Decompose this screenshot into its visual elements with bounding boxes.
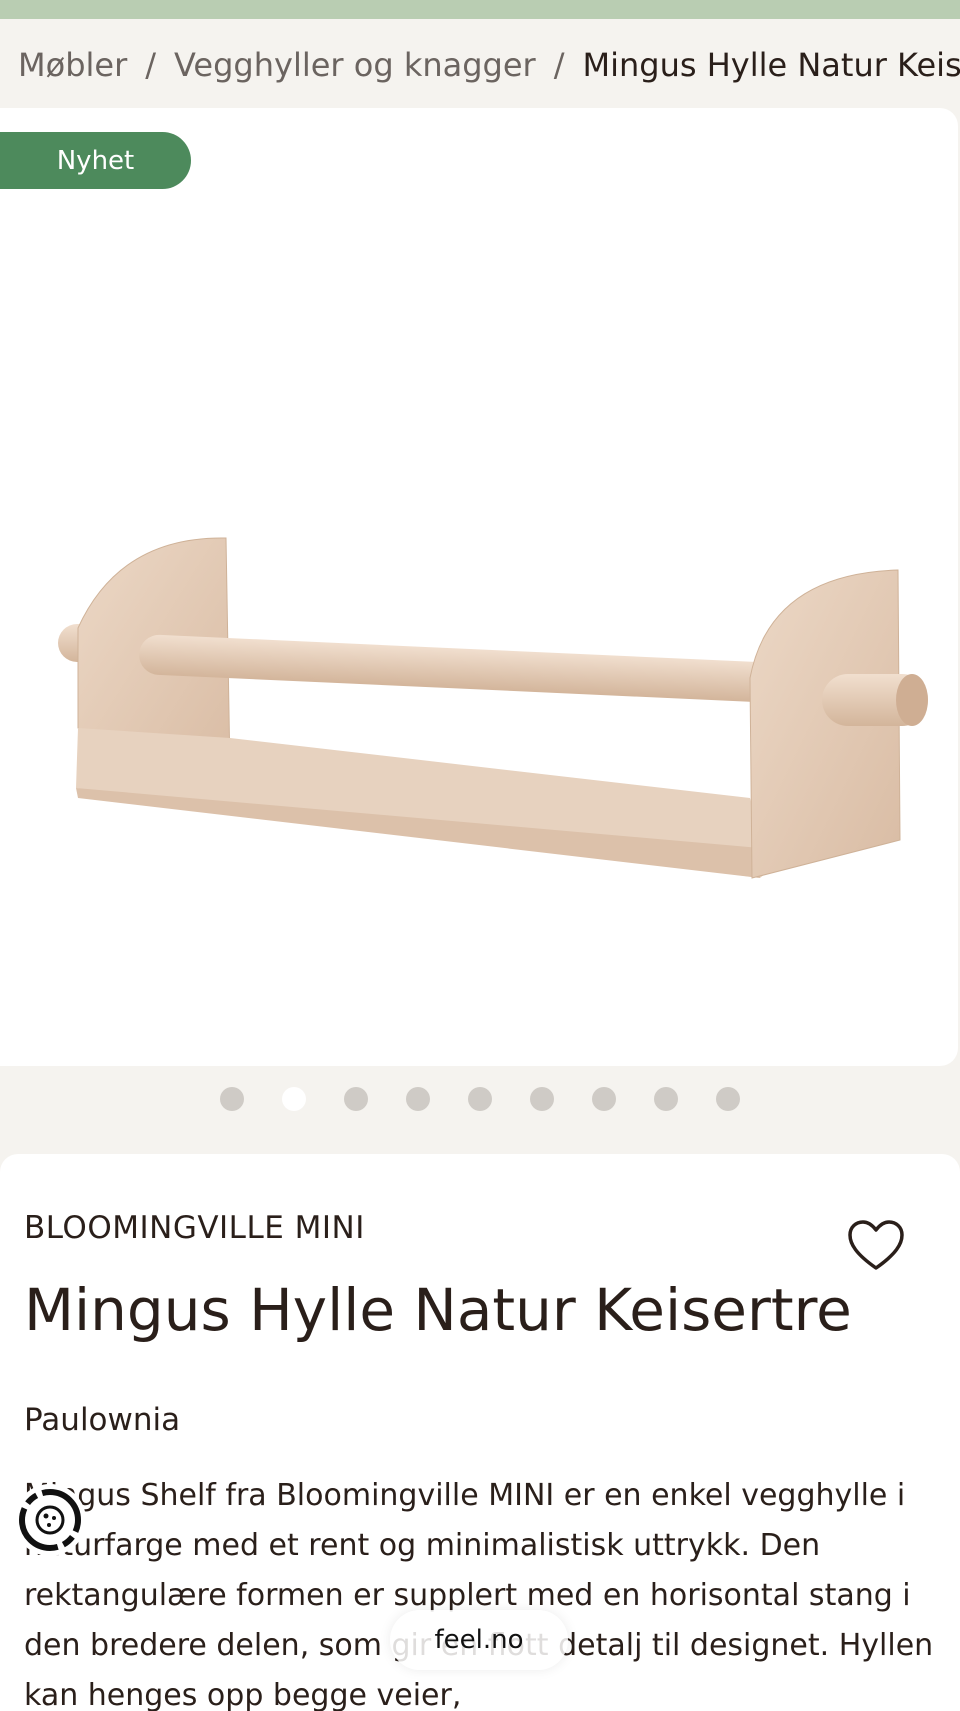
pagination-dot[interactable] bbox=[406, 1087, 430, 1111]
breadcrumb: Møbler / Vegghyller og knagger / Mingus Hyll… bbox=[18, 46, 960, 90]
pagination-dot[interactable] bbox=[344, 1087, 368, 1111]
product-description: Mingus Shelf fra Bloomingville MINI er e… bbox=[24, 1478, 934, 1711]
heart-icon[interactable] bbox=[846, 1218, 906, 1274]
new-badge: Nyhet bbox=[0, 132, 191, 189]
product-title: Mingus Hylle Natur Keisertre bbox=[24, 1276, 852, 1344]
pagination-dot[interactable] bbox=[220, 1087, 244, 1111]
wooden-wall-shelf-image bbox=[58, 537, 928, 879]
breadcrumb-item-current: Mingus Hylle Natur Keisertre bbox=[582, 46, 960, 84]
pagination-dot[interactable] bbox=[468, 1087, 492, 1111]
breadcrumb-separator: / bbox=[145, 46, 157, 84]
cookie-settings-button[interactable] bbox=[14, 1484, 86, 1556]
pagination-dot-active[interactable] bbox=[282, 1087, 306, 1111]
product-image-gallery[interactable]: Nyhet bbox=[0, 108, 958, 1066]
gallery-pagination bbox=[0, 1087, 960, 1111]
top-strip bbox=[0, 0, 960, 19]
breadcrumb-item-mobler[interactable]: Møbler bbox=[18, 46, 127, 84]
pagination-dot[interactable] bbox=[530, 1087, 554, 1111]
pagination-dot[interactable] bbox=[654, 1087, 678, 1111]
pagination-dot[interactable] bbox=[716, 1087, 740, 1111]
breadcrumb-item-vegghyller[interactable]: Vegghyller og knagger bbox=[174, 46, 536, 84]
product-material: Paulownia bbox=[24, 1402, 181, 1438]
breadcrumb-separator: / bbox=[553, 46, 565, 84]
browser-url-pill[interactable]: feel.no bbox=[390, 1610, 568, 1670]
pagination-dot[interactable] bbox=[592, 1087, 616, 1111]
brand-name[interactable]: BLOOMINGVILLE MINI bbox=[24, 1210, 365, 1246]
cookie-icon bbox=[19, 1489, 81, 1551]
